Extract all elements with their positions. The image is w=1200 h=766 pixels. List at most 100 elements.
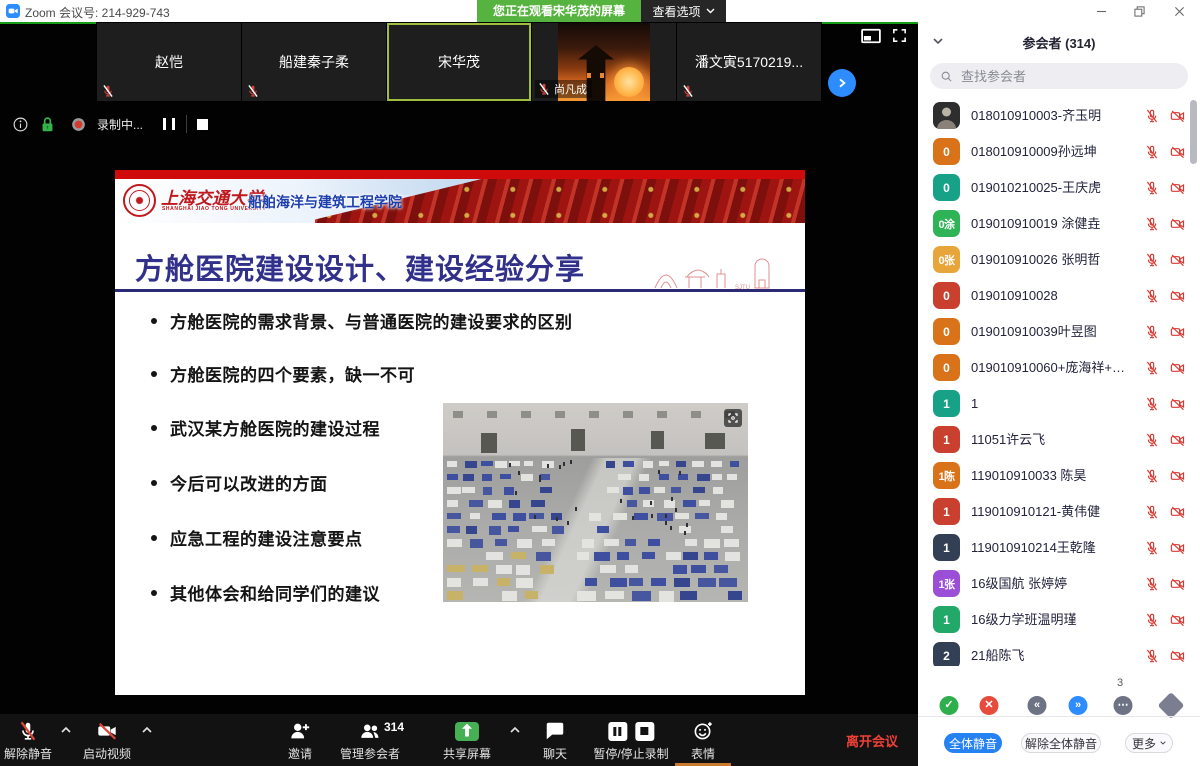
zoom-window: Zoom 会议号: 214-929-743 您正在观看宋华茂的屏幕 查看选项 赵… <box>0 0 1200 766</box>
participant-row[interactable]: 1 119010910121-黄伟健 <box>918 494 1200 530</box>
close-button[interactable] <box>1164 0 1194 22</box>
toolbar-invite-button[interactable]: 邀请 <box>284 718 316 764</box>
toolbar-camera-off-button[interactable]: 启动视频 <box>79 718 135 764</box>
camera-off-icon[interactable] <box>1169 396 1186 412</box>
minimize-button[interactable] <box>1086 0 1116 22</box>
camera-off-icon[interactable] <box>1169 180 1186 196</box>
camera-off-icon[interactable] <box>1169 324 1186 340</box>
participant-name: 018010910003-齐玉明 <box>971 98 1126 134</box>
video-tile-4[interactable]: 尚凡成 <box>532 23 676 101</box>
more-feedback-icon[interactable]: ⋯ <box>1114 696 1133 715</box>
avatar: 0 <box>933 282 960 309</box>
faster-icon[interactable]: » <box>1069 696 1088 715</box>
camera-off-icon[interactable] <box>1169 648 1186 664</box>
mic-off-icon[interactable] <box>1144 108 1160 124</box>
participant-row[interactable]: 0张 019010910026 张明哲 <box>918 242 1200 278</box>
more-button[interactable]: 更多 <box>1125 733 1173 753</box>
mic-off-icon[interactable] <box>1144 216 1160 232</box>
hospital-photo <box>443 403 748 602</box>
camera-off-icon[interactable] <box>1169 612 1186 628</box>
camera-off-icon[interactable] <box>1169 468 1186 484</box>
mic-off-icon[interactable] <box>1144 144 1160 160</box>
camera-off-icon[interactable] <box>1169 432 1186 448</box>
participant-row[interactable]: 018010910003-齐玉明 <box>918 98 1200 134</box>
video-tile-2[interactable]: 船建秦子柔 <box>242 23 386 101</box>
camera-off-icon[interactable] <box>1169 108 1186 124</box>
toolbar-record-control-button[interactable]: 暂停/停止录制 <box>589 718 672 764</box>
mic-off-icon[interactable] <box>1144 432 1160 448</box>
participant-row[interactable]: 1陈 119010910033 陈昊 <box>918 458 1200 494</box>
camera-off-icon[interactable] <box>1169 144 1186 160</box>
meeting-info-icon[interactable] <box>10 114 31 135</box>
mic-off-icon[interactable] <box>1144 288 1160 304</box>
camera-off-icon[interactable] <box>1169 540 1186 556</box>
participant-row[interactable]: 0 019010910039叶昱图 <box>918 314 1200 350</box>
participant-row[interactable]: 1 16级力学班温明瑾 <box>918 602 1200 638</box>
meeting-id-label: Zoom 会议号: 214-929-743 <box>25 4 170 21</box>
divider <box>186 115 187 133</box>
avatar: 0张 <box>933 246 960 273</box>
restore-button[interactable] <box>1124 0 1154 22</box>
participant-row[interactable]: 1 1 <box>918 386 1200 422</box>
meeting-toolbar: 解除静音 启动视频 邀请 314 管理参会者 共享屏幕 聊天 暂停/停止录制 表情… <box>0 714 918 766</box>
unmute-all-button[interactable]: 解除全体静音 <box>1021 733 1101 753</box>
participant-row[interactable]: 2 21船陈飞 <box>918 638 1200 666</box>
camera-off-icon[interactable] <box>1169 504 1186 520</box>
mic-off-icon[interactable] <box>1144 612 1160 628</box>
camera-off-icon[interactable] <box>1169 252 1186 268</box>
camera-off-icon[interactable] <box>1169 576 1186 592</box>
mic-off-icon[interactable] <box>1144 540 1160 556</box>
toolbar-menu-chevron-icon[interactable] <box>58 724 74 736</box>
toolbar-emoji-button[interactable]: 表情 <box>687 718 719 764</box>
mic-off-icon[interactable] <box>1144 324 1160 340</box>
toolbar-menu-chevron-icon[interactable] <box>139 724 155 736</box>
participant-row[interactable]: 0 019010910028 <box>918 278 1200 314</box>
toolbar-share-screen-button[interactable]: 共享屏幕 <box>439 718 495 764</box>
chevron-down-icon <box>1160 740 1166 746</box>
mic-off-icon[interactable] <box>1144 504 1160 520</box>
toolbar-chat-button[interactable]: 聊天 <box>539 718 571 764</box>
participant-row[interactable]: 1 119010910214王乾隆 <box>918 530 1200 566</box>
gallery-view-icon[interactable] <box>860 28 882 44</box>
stop-recording-icon[interactable] <box>195 117 210 132</box>
scrollbar-thumb[interactable] <box>1190 100 1197 164</box>
mic-off-icon[interactable] <box>1144 468 1160 484</box>
participant-row[interactable]: 0涂 019010910019 涂健垚 <box>918 206 1200 242</box>
mic-off-icon[interactable] <box>1144 360 1160 376</box>
leave-meeting-button[interactable]: 离开会议 <box>840 730 904 751</box>
video-tile-1[interactable]: 赵恺 <box>97 23 241 101</box>
search-input[interactable] <box>959 68 1178 85</box>
participant-row[interactable]: 1 11051许云飞 <box>918 422 1200 458</box>
view-options-button[interactable]: 查看选项 <box>641 0 726 22</box>
slower-icon[interactable]: « <box>1028 696 1047 715</box>
camera-off-icon[interactable] <box>1169 288 1186 304</box>
share-screen-icon <box>455 722 479 741</box>
camera-off-icon[interactable] <box>1169 360 1186 376</box>
fullscreen-icon[interactable] <box>891 27 908 44</box>
participant-row[interactable]: 0 018010910009孙远坤 <box>918 134 1200 170</box>
next-videos-button[interactable] <box>828 69 856 97</box>
pause-recording-icon[interactable] <box>159 116 178 132</box>
diamond-icon[interactable] <box>1158 692 1185 719</box>
toolbar-mic-off-button[interactable]: 解除静音 <box>0 718 56 764</box>
participant-row[interactable]: 0 019010210025-王庆虎 <box>918 170 1200 206</box>
yes-check-icon[interactable]: ✓ <box>940 696 959 715</box>
mic-off-icon[interactable] <box>1144 180 1160 196</box>
no-x-icon[interactable]: ✕ <box>980 696 999 715</box>
participant-row[interactable]: 1张 16级国航 张婷婷 <box>918 566 1200 602</box>
toolbar-participants-button[interactable]: 314 管理参会者 <box>336 718 404 764</box>
mic-off-icon[interactable] <box>1144 396 1160 412</box>
mic-off-icon[interactable] <box>1144 648 1160 664</box>
participant-name: 019010910039叶昱图 <box>971 314 1126 350</box>
avatar: 1 <box>933 426 960 453</box>
participant-row[interactable]: 0 019010910060+庞海祥+船建学... <box>918 350 1200 386</box>
mic-off-icon[interactable] <box>1144 252 1160 268</box>
mic-off-icon[interactable] <box>1144 576 1160 592</box>
camera-off-icon[interactable] <box>1169 216 1186 232</box>
video-tile-3[interactable]: 宋华茂 <box>387 23 531 101</box>
toolbar-menu-chevron-icon[interactable] <box>507 724 523 736</box>
video-tile-5[interactable]: 潘文寅5170219... <box>677 23 821 101</box>
mute-all-button[interactable]: 全体静音 <box>944 733 1002 753</box>
screen-share-stage: 赵恺船建秦子柔宋华茂 尚凡成 潘文寅5170219... <box>0 22 918 766</box>
record-control-icon <box>608 722 654 741</box>
